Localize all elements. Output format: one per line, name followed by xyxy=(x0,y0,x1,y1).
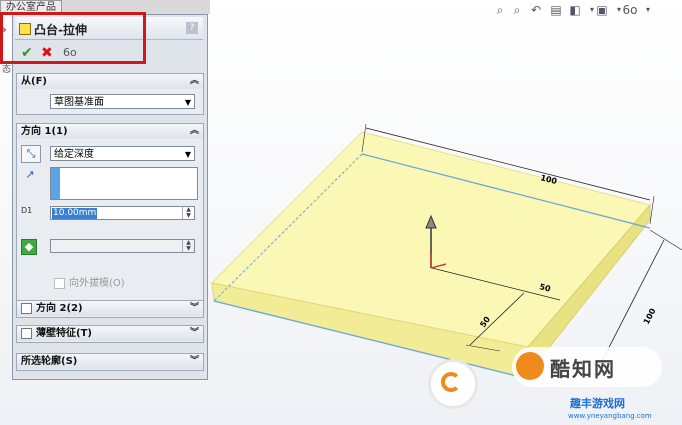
group-direction2-title: 方向 2(2) xyxy=(36,303,83,314)
group-from: 从(F) ︽ 草图基准面 ▼ xyxy=(16,73,204,115)
group-from-header[interactable]: 从(F) ︽ xyxy=(17,74,203,89)
direction2-checkbox[interactable] xyxy=(21,302,32,314)
from-select[interactable]: 草图基准面 ▼ xyxy=(50,94,195,109)
group-selected-contours-header[interactable]: 所选轮廓(S) ︾ xyxy=(17,354,203,369)
watermark-url: www.yneyangbang.com xyxy=(568,412,652,420)
group-thin-feature-title: 薄壁特征(T) xyxy=(36,328,92,339)
expand-icon[interactable]: ︾ xyxy=(190,354,199,369)
spin-arrows-icon: ▲ ▼ xyxy=(182,240,194,252)
extension-line xyxy=(649,195,655,225)
chevron-down-icon: ▼ xyxy=(184,98,191,107)
draft-outward-label: 向外拔模(O) xyxy=(69,278,125,289)
highlight-box xyxy=(0,12,146,64)
collapse-icon[interactable]: ︽ xyxy=(190,124,199,139)
expand-icon[interactable]: ︾ xyxy=(190,326,199,341)
from-select-value: 草图基准面 xyxy=(54,97,104,108)
depth-icon: D1 xyxy=(21,206,33,215)
end-condition-select[interactable]: 给定深度 ▼ xyxy=(50,146,195,161)
group-thin-feature-header[interactable]: 薄壁特征(T) ︾ xyxy=(17,326,203,341)
spin-arrows-icon[interactable]: ▲ ▼ xyxy=(182,207,194,219)
group-direction2: 方向 2(2) ︾ xyxy=(16,300,204,318)
end-condition-value: 给定深度 xyxy=(54,149,94,160)
group-selected-contours-title: 所选轮廓(S) xyxy=(21,356,78,367)
extension-line xyxy=(649,229,682,251)
property-manager: 凸台-拉伸 ? ✔ ✖ 6o 从(F) ︽ 草图基准面 ▼ 方向 1(1) ︽ … xyxy=(12,14,208,380)
help-button[interactable]: ? xyxy=(186,22,198,34)
group-direction1: 方向 1(1) ︽ ⤡ 给定深度 ▼ ↗ D1 10.00mm ▲ ▼ ◆ ▲ ▼ … xyxy=(16,123,204,305)
watermark-brand: 酷知网 xyxy=(550,357,616,381)
draft-on-off-icon[interactable]: ◆ xyxy=(21,239,37,255)
direction-vector-icon: ↗ xyxy=(25,168,35,181)
draft-angle-input: ▲ ▼ xyxy=(50,239,195,253)
group-direction1-header[interactable]: 方向 1(1) ︽ xyxy=(17,124,203,139)
thin-feature-checkbox[interactable] xyxy=(21,327,32,339)
watermark: 酷知网 趣丰游戏网 www.yneyangbang.com xyxy=(420,345,682,425)
expand-icon[interactable]: ︾ xyxy=(190,301,199,316)
depth-value: 10.00mm xyxy=(52,208,98,219)
collapse-icon[interactable]: ︽ xyxy=(190,74,199,89)
dimension-label-width[interactable]: 100 xyxy=(642,307,658,326)
group-from-title: 从(F) xyxy=(21,76,47,87)
watermark-logo-icon xyxy=(428,359,478,409)
watermark-site-cn: 趣丰游戏网 xyxy=(570,397,625,410)
draft-outward-checkbox: 向外拔模(O) xyxy=(54,274,125,289)
checkbox-icon xyxy=(54,277,65,289)
selection-focus-bar xyxy=(51,168,60,199)
watermark-badge: 酷知网 xyxy=(512,347,662,387)
direction-selection-box[interactable] xyxy=(50,167,198,200)
depth-input[interactable]: 10.00mm ▲ ▼ xyxy=(50,206,195,220)
chevron-down-icon: ▼ xyxy=(184,150,191,159)
group-direction2-header[interactable]: 方向 2(2) ︾ xyxy=(17,301,203,316)
group-direction1-title: 方向 1(1) xyxy=(21,126,68,137)
reverse-direction-icon[interactable]: ⤡ xyxy=(21,145,41,163)
group-thin-feature: 薄壁特征(T) ︾ xyxy=(16,325,204,343)
group-selected-contours: 所选轮廓(S) ︾ xyxy=(16,353,204,371)
